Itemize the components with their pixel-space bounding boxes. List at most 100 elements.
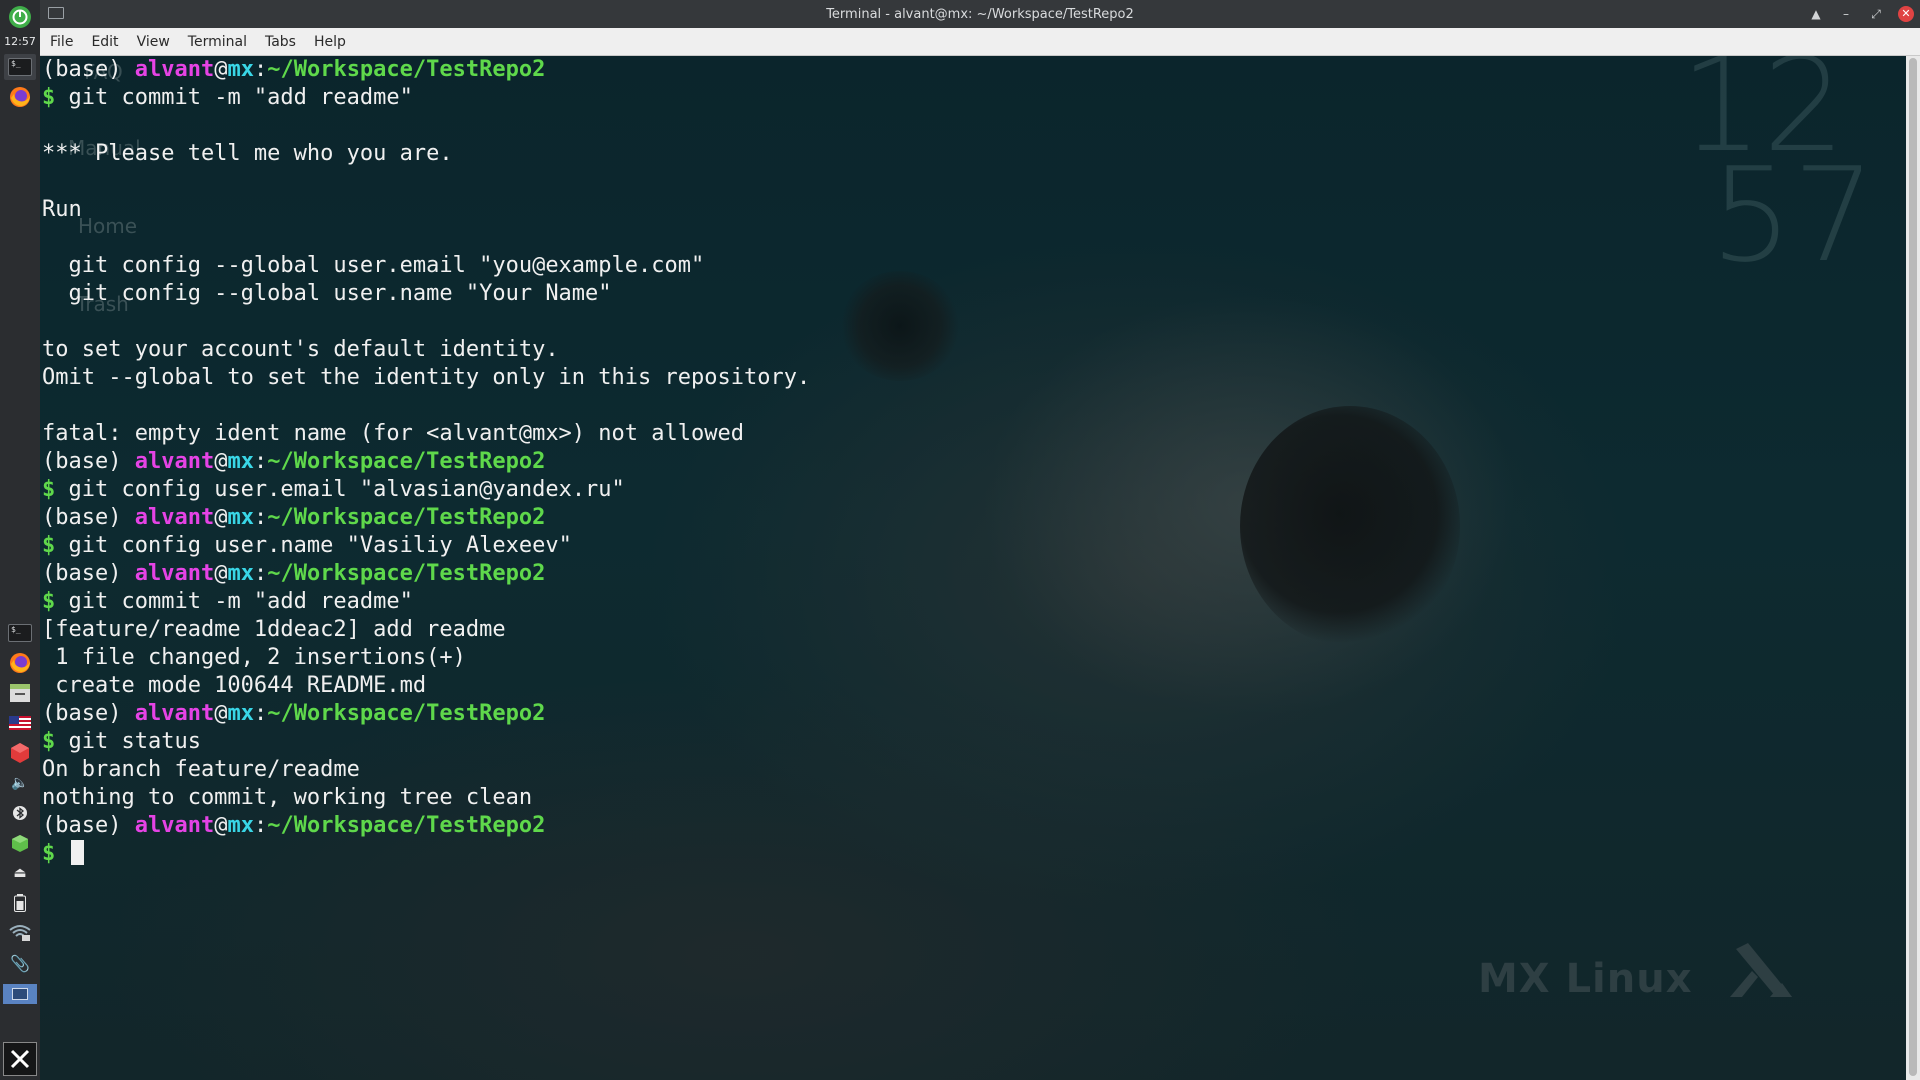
scrollbar-thumb[interactable] xyxy=(1909,58,1917,1076)
prompt-host: mx xyxy=(227,57,254,82)
shade-button[interactable]: ▲ xyxy=(1808,7,1824,21)
output-text: Omit --global to set the identity only i… xyxy=(42,365,811,390)
bluetooth-button[interactable] xyxy=(4,800,36,826)
window-menu-icon[interactable] xyxy=(48,7,64,19)
desktop-clock-minutes: 57 xyxy=(1710,139,1876,291)
attachments-button[interactable]: 📎 xyxy=(4,950,36,976)
terminal-area[interactable]: FAQ Manual Home Trash 12 57 MX Linux (ba… xyxy=(40,56,1906,1080)
mx-x-icon xyxy=(10,1049,30,1069)
output-text: fatal: empty ident name (for <alvant@mx>… xyxy=(42,421,744,446)
panel-clock[interactable]: 12:57 xyxy=(4,35,36,48)
minimize-button[interactable]: – xyxy=(1838,7,1854,21)
menu-edit[interactable]: Edit xyxy=(82,34,127,50)
clipboard-manager-button[interactable] xyxy=(4,830,36,856)
workspace-1-thumbnail[interactable] xyxy=(12,988,28,1000)
prompt-line: (base) alvant@mx:~/Workspace/TestRepo2 xyxy=(42,700,810,728)
show-desktop-button[interactable] xyxy=(3,1042,37,1076)
menu-help[interactable]: Help xyxy=(305,34,355,50)
wallpaper-seal-eye-left xyxy=(840,271,960,381)
prompt-dollar: $ xyxy=(42,729,56,754)
launcher-file-manager-button[interactable] xyxy=(4,680,36,706)
output-line: git config --global user.email "you@exam… xyxy=(42,252,810,280)
output-text: *** Please tell me who you are. xyxy=(42,141,453,166)
prompt-host: mx xyxy=(227,449,254,474)
prompt-path: ~/Workspace/TestRepo2 xyxy=(267,449,546,474)
prompt-path: ~/Workspace/TestRepo2 xyxy=(267,561,546,586)
prompt-host: mx xyxy=(227,701,254,726)
terminal-output[interactable]: (base) alvant@mx:~/Workspace/TestRepo2 $ … xyxy=(42,56,810,868)
prompt-dollar: $ xyxy=(42,841,56,866)
mx-linux-wordmark: MX Linux xyxy=(1478,956,1693,1002)
prompt-at: @ xyxy=(214,505,228,530)
prompt-path: ~/Workspace/TestRepo2 xyxy=(267,701,546,726)
launcher-terminal-button[interactable]: $_ xyxy=(4,620,36,646)
prompt-dollar: $ xyxy=(42,533,56,558)
launcher-firefox-button[interactable] xyxy=(4,650,36,676)
prompt-line: (base) alvant@mx:~/Workspace/TestRepo2 xyxy=(42,560,810,588)
wifi-icon xyxy=(9,925,31,941)
menu-view[interactable]: View xyxy=(128,34,179,50)
keyboard-layout-button[interactable] xyxy=(4,710,36,736)
prompt-at: @ xyxy=(214,449,228,474)
taskbar-terminal-button[interactable]: $_ xyxy=(4,54,36,80)
menu-file[interactable]: File xyxy=(40,34,82,50)
window-titlebar[interactable]: Terminal - alvant@mx: ~/Workspace/TestRe… xyxy=(40,0,1920,28)
prompt-colon: : xyxy=(253,813,268,838)
volume-button[interactable]: 🔈 xyxy=(4,770,36,796)
output-text: [feature/readme 1ddeac2] add readme xyxy=(42,617,506,642)
output-text: git config --global user.name "Your Name… xyxy=(42,281,612,306)
output-text: to set your account's default identity. xyxy=(42,337,559,362)
text-cursor xyxy=(70,840,84,865)
command-line: $ git commit -m "add readme" xyxy=(42,588,810,616)
command-line: $ git status xyxy=(42,728,810,756)
network-button[interactable] xyxy=(4,920,36,946)
prompt-at: @ xyxy=(214,701,228,726)
prompt-path: ~/Workspace/TestRepo2 xyxy=(267,505,546,530)
desktop-conky-clock: 12 57 xyxy=(1680,56,1876,291)
left-panel: 12:57 $_ $_ 🔈 ⏏ 📎 xyxy=(0,0,41,1080)
us-flag-icon xyxy=(9,716,31,730)
command-text: git config user.email "alvasian@yandex.r… xyxy=(68,477,625,502)
input-line[interactable]: $ xyxy=(42,840,810,868)
paperclip-icon: 📎 xyxy=(10,953,30,973)
terminal-scrollbar[interactable] xyxy=(1906,56,1920,1080)
battery-button[interactable] xyxy=(4,890,36,916)
prompt-env: (base) xyxy=(42,57,122,82)
prompt-host: mx xyxy=(227,505,254,530)
eject-button[interactable]: ⏏ xyxy=(4,860,36,886)
output-line: Run xyxy=(42,196,810,224)
output-text: git config --global user.email "you@exam… xyxy=(42,253,705,278)
output-line: [feature/readme 1ddeac2] add readme xyxy=(42,616,810,644)
output-line: create mode 100644 README.md xyxy=(42,672,810,700)
output-text: create mode 100644 README.md xyxy=(42,673,427,698)
maximize-button[interactable]: ⤢ xyxy=(1868,7,1884,22)
workspace-switcher[interactable] xyxy=(3,984,37,1004)
package-updater-icon xyxy=(11,743,29,763)
prompt-colon: : xyxy=(253,57,268,82)
prompt-path: ~/Workspace/TestRepo2 xyxy=(267,57,546,82)
firefox-icon xyxy=(10,87,30,107)
output-line: On branch feature/readme xyxy=(42,756,810,784)
eject-icon: ⏏ xyxy=(13,865,27,881)
output-line: git config --global user.name "Your Name… xyxy=(42,280,810,308)
taskbar-firefox-button[interactable] xyxy=(4,84,36,110)
menu-terminal[interactable]: Terminal xyxy=(179,34,256,50)
prompt-user: alvant xyxy=(134,449,215,474)
battery-icon xyxy=(14,894,26,912)
box-icon xyxy=(12,835,28,852)
command-line: $ git config user.name "Vasiliy Alexeev" xyxy=(42,532,810,560)
prompt-env: (base) xyxy=(42,505,122,530)
mx-menu-button[interactable] xyxy=(4,4,36,30)
close-button[interactable]: ✕ xyxy=(1898,6,1914,22)
output-line: 1 file changed, 2 insertions(+) xyxy=(42,644,810,672)
updater-button[interactable] xyxy=(4,740,36,766)
menu-tabs[interactable]: Tabs xyxy=(256,34,305,50)
prompt-line: (base) alvant@mx:~/Workspace/TestRepo2 xyxy=(42,56,810,84)
output-text: On branch feature/readme xyxy=(42,757,360,782)
mx-linux-logo-icon xyxy=(1730,943,1792,997)
